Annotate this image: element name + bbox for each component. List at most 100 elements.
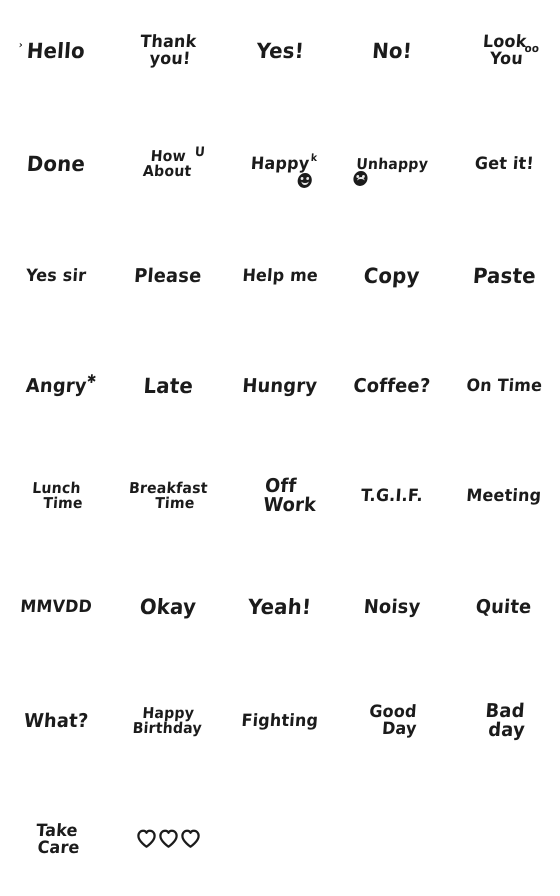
sticker-superscript-mark: k bbox=[310, 152, 318, 164]
emoji-sticker-sheet: Hello › Thank you! Yes! No! Look You oo Done How Ab… bbox=[0, 0, 560, 896]
sticker-line-2: You bbox=[489, 49, 524, 69]
sticker-cell-off-work[interactable]: Off Work bbox=[224, 440, 336, 552]
sticker-unhappy: Unhappy bbox=[352, 154, 429, 186]
sticker-okay: Okay bbox=[139, 594, 197, 619]
sticker-help-me: Help me bbox=[242, 266, 319, 286]
sticker-cell-bad-day[interactable]: Bad day bbox=[448, 665, 560, 777]
sticker-label: Okay bbox=[139, 594, 197, 619]
sticker-cell-yes[interactable]: Yes! bbox=[224, 0, 336, 107]
sticker-cell-hello[interactable]: Hello › bbox=[0, 0, 112, 107]
sticker-line-2: Birthday bbox=[132, 719, 203, 737]
sticker-copy: Copy bbox=[363, 263, 421, 288]
sticker-cell-good-day[interactable]: Good Day bbox=[336, 665, 448, 777]
sticker-cell-angry[interactable]: Angry ✱ bbox=[0, 330, 112, 442]
sticker-cell-copy[interactable]: Copy bbox=[336, 220, 448, 332]
sticker-happy-birthday: Happy Birthday bbox=[132, 704, 203, 737]
sticker-noisy: Noisy bbox=[362, 595, 422, 618]
sticker-cell-get-it[interactable]: Get it! bbox=[448, 108, 560, 220]
sticker-cell-no[interactable]: No! bbox=[336, 0, 448, 107]
sticker-cell-please[interactable]: Please bbox=[112, 220, 224, 332]
sticker-good-day: Good Day bbox=[366, 702, 418, 739]
sticker-label: Get it! bbox=[473, 153, 535, 174]
sticker-cell-how-about-u[interactable]: How About U bbox=[112, 108, 224, 220]
heart-icon bbox=[158, 829, 179, 851]
heart-icon-group bbox=[136, 829, 201, 851]
sticker-label: Copy bbox=[363, 263, 421, 288]
sticker-line-2: Care bbox=[36, 838, 80, 858]
sticker-cell-help-me[interactable]: Help me bbox=[224, 220, 336, 332]
sticker-cell-late[interactable]: Late bbox=[112, 330, 224, 442]
sticker-label: Happy bbox=[250, 153, 310, 174]
sticker-cell-happy-birthday[interactable]: Happy Birthday bbox=[112, 665, 224, 777]
sticker-cell-unhappy[interactable]: Unhappy bbox=[336, 108, 448, 220]
sticker-label: Angry bbox=[24, 374, 88, 397]
sticker-cell-quite[interactable]: Quite bbox=[448, 551, 560, 663]
sticker-cell-breakfast-time[interactable]: Breakfast Time bbox=[112, 440, 224, 552]
sticker-cell-okay[interactable]: Okay bbox=[112, 551, 224, 663]
sticker-cell-noisy[interactable]: Noisy bbox=[336, 551, 448, 663]
sticker-label: On Time bbox=[465, 375, 543, 396]
sticker-meeting: Meeting bbox=[466, 486, 542, 506]
sticker-bad-day: Bad day bbox=[482, 700, 527, 741]
sticker-cell-happy[interactable]: Happy k bbox=[224, 108, 336, 220]
heart-icon bbox=[136, 829, 157, 851]
sticker-label: T.G.I.F. bbox=[360, 485, 424, 506]
sticker-label: Done bbox=[26, 151, 86, 176]
sticker-label: Yes! bbox=[255, 38, 305, 63]
sticker-label: Hello bbox=[26, 38, 86, 63]
sticker-superscript-mark: ✱ bbox=[86, 371, 97, 386]
sticker-cell-look-at-you[interactable]: Look You oo bbox=[448, 0, 560, 107]
sticker-label: Hungry bbox=[241, 374, 319, 397]
sticker-tgif: T.G.I.F. bbox=[360, 485, 424, 506]
sticker-off-work: Off Work bbox=[242, 475, 318, 516]
sticker-line-2: Day bbox=[380, 719, 417, 739]
sticker-cell-take-care[interactable]: Take Care bbox=[0, 784, 112, 896]
sticker-label: What? bbox=[23, 709, 89, 732]
sticker-cell-fighting[interactable]: Fighting bbox=[224, 665, 336, 777]
sticker-label: Coffee? bbox=[352, 374, 432, 397]
sticker-please: Please bbox=[133, 264, 203, 287]
sticker-cell-lunch-time[interactable]: Lunch Time bbox=[0, 440, 112, 552]
sticker-label: Late bbox=[142, 373, 194, 398]
sticker-cell-yeah[interactable]: Yeah! bbox=[224, 551, 336, 663]
sticker-quite: Quite bbox=[475, 595, 533, 618]
sticker-yeah: Yeah! bbox=[248, 595, 313, 619]
sad-face-icon bbox=[352, 170, 368, 186]
sticker-label: Please bbox=[133, 264, 203, 287]
sticker-cell-hungry[interactable]: Hungry bbox=[224, 330, 336, 442]
sticker-mmdd: MMVDD bbox=[19, 596, 93, 617]
sticker-paste: Paste bbox=[471, 263, 537, 288]
sticker-label: Fighting bbox=[240, 710, 320, 731]
sticker-yes-sir: Yes sir bbox=[25, 265, 87, 286]
sticker-hello: Hello › bbox=[19, 38, 86, 63]
sticker-cell-meeting[interactable]: Meeting bbox=[448, 440, 560, 552]
sticker-angry: Angry ✱ bbox=[24, 372, 97, 397]
sticker-line-2: day bbox=[487, 719, 526, 741]
sticker-cell-three-hearts[interactable] bbox=[112, 784, 224, 896]
sticker-hungry: Hungry bbox=[241, 374, 319, 397]
sticker-superscript-mark: U bbox=[194, 145, 206, 161]
sticker-cell-paste[interactable]: Paste bbox=[448, 220, 560, 332]
sticker-breakfast-time: Breakfast Time bbox=[128, 479, 209, 512]
sticker-cell-done[interactable]: Done bbox=[0, 108, 112, 220]
sticker-cell-tgif[interactable]: T.G.I.F. bbox=[336, 440, 448, 552]
sticker-label: Noisy bbox=[362, 595, 422, 618]
sticker-cell-yes-sir[interactable]: Yes sir bbox=[0, 220, 112, 332]
sticker-label: Yes sir bbox=[25, 265, 87, 286]
sticker-label: MMVDD bbox=[19, 596, 93, 617]
sticker-how-about-u: How About U bbox=[143, 145, 206, 180]
sticker-cell-on-time[interactable]: On Time bbox=[448, 330, 560, 442]
sticker-label: Unhappy bbox=[355, 154, 429, 173]
sticker-label: Quite bbox=[475, 595, 533, 618]
smiley-face-icon bbox=[297, 172, 313, 188]
sticker-cell-what[interactable]: What? bbox=[0, 665, 112, 777]
sticker-cell-thank-you[interactable]: Thank you! bbox=[112, 0, 224, 107]
sticker-line-2: Time bbox=[154, 494, 196, 512]
face-mouth-icon bbox=[356, 176, 365, 183]
sticker-label: Paste bbox=[471, 263, 537, 288]
sticker-cell-mmdd[interactable]: MMVDD bbox=[0, 551, 112, 663]
sticker-get-it: Get it! bbox=[473, 153, 535, 174]
sticker-line-2: Work bbox=[262, 494, 317, 516]
sticker-cell-coffee[interactable]: Coffee? bbox=[336, 330, 448, 442]
sticker-no: No! bbox=[371, 39, 412, 63]
